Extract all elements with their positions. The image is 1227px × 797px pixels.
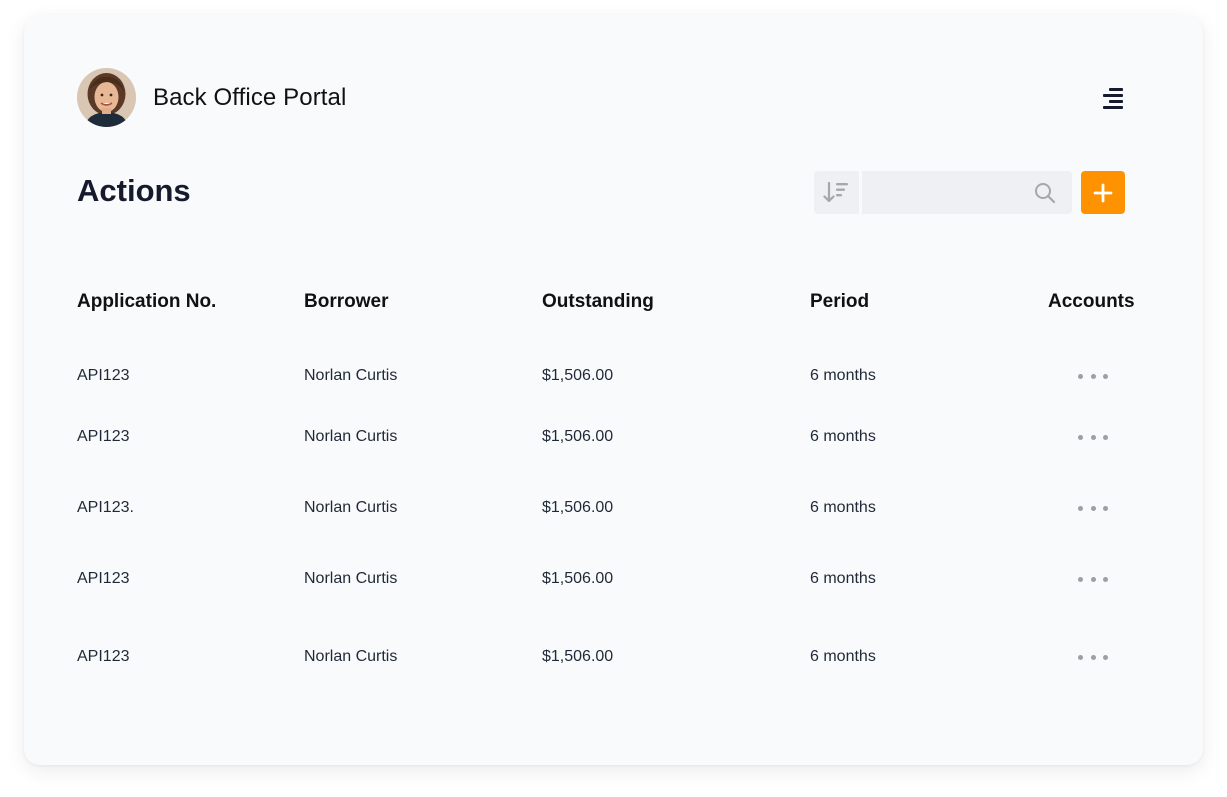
search-input[interactable] <box>872 171 1022 214</box>
period-cell: 6 months <box>810 428 876 445</box>
search-box <box>862 171 1072 214</box>
more-horizontal-icon[interactable] <box>1078 500 1108 516</box>
column-header-accounts[interactable]: Accounts <box>1048 291 1135 313</box>
app-title: Back Office Portal <box>153 83 347 111</box>
column-header-outstanding[interactable]: Outstanding <box>542 291 654 313</box>
outstanding-cell: $1,506.00 <box>542 648 614 665</box>
outstanding-cell: $1,506.00 <box>542 499 614 516</box>
borrower-cell: Norlan Curtis <box>304 367 398 384</box>
menu-icon <box>1103 88 1123 109</box>
borrower-cell: Norlan Curtis <box>304 428 398 445</box>
more-horizontal-icon[interactable] <box>1078 571 1108 587</box>
sort-button[interactable] <box>814 171 859 214</box>
borrower-cell: Norlan Curtis <box>304 570 398 587</box>
period-cell: 6 months <box>810 570 876 587</box>
column-header-application-no[interactable]: Application No. <box>77 291 216 313</box>
app-header: Back Office Portal <box>77 68 346 127</box>
period-cell: 6 months <box>810 648 876 665</box>
more-horizontal-icon[interactable] <box>1078 429 1108 445</box>
application-no-cell: API123 <box>77 367 130 384</box>
avatar-image <box>77 68 136 127</box>
search-icon[interactable] <box>1034 182 1056 204</box>
more-horizontal-icon[interactable] <box>1078 649 1108 665</box>
borrower-cell: Norlan Curtis <box>304 648 398 665</box>
application-no-cell: API123. <box>77 499 134 516</box>
outstanding-cell: $1,506.00 <box>542 428 614 445</box>
main-card: Back Office Portal Actions Application N… <box>24 15 1203 765</box>
period-cell: 6 months <box>810 367 876 384</box>
more-horizontal-icon[interactable] <box>1078 368 1108 384</box>
application-no-cell: API123 <box>77 570 130 587</box>
column-header-borrower[interactable]: Borrower <box>304 291 388 313</box>
outstanding-cell: $1,506.00 <box>542 570 614 587</box>
outstanding-cell: $1,506.00 <box>542 367 614 384</box>
borrower-cell: Norlan Curtis <box>304 499 398 516</box>
period-cell: 6 months <box>810 499 876 516</box>
application-no-cell: API123 <box>77 648 130 665</box>
add-button[interactable] <box>1081 171 1125 214</box>
plus-icon <box>1093 183 1113 202</box>
application-no-cell: API123 <box>77 428 130 445</box>
sort-descending-icon <box>822 181 848 202</box>
page-title: Actions <box>77 173 191 208</box>
menu-button[interactable] <box>1099 87 1129 111</box>
column-header-period[interactable]: Period <box>810 291 869 313</box>
avatar[interactable] <box>77 68 136 127</box>
